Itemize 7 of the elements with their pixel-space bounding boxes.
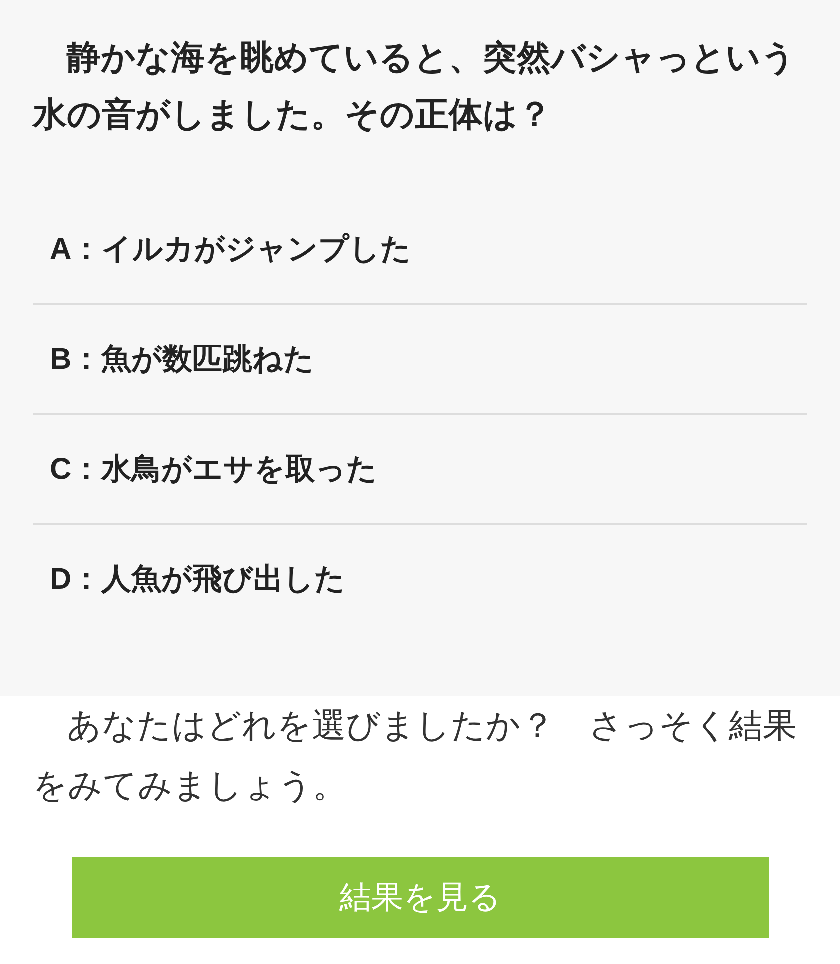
answer-option: C：水鳥がエサを取った	[33, 415, 807, 525]
answer-option: D：人魚が飛び出した	[33, 525, 807, 633]
answer-option: A：イルカがジャンプした	[33, 195, 807, 305]
prompt-text: あなたはどれを選びましたか？ さっそく結果をみてみましょう。	[32, 706, 798, 807]
question-text: 静かな海を眺めていると、突然バシャっという水の音がしました。その正体は？	[33, 38, 797, 136]
result-button[interactable]: 結果を見る	[72, 857, 769, 938]
answer-option: B：魚が数匹跳ねた	[33, 305, 807, 415]
